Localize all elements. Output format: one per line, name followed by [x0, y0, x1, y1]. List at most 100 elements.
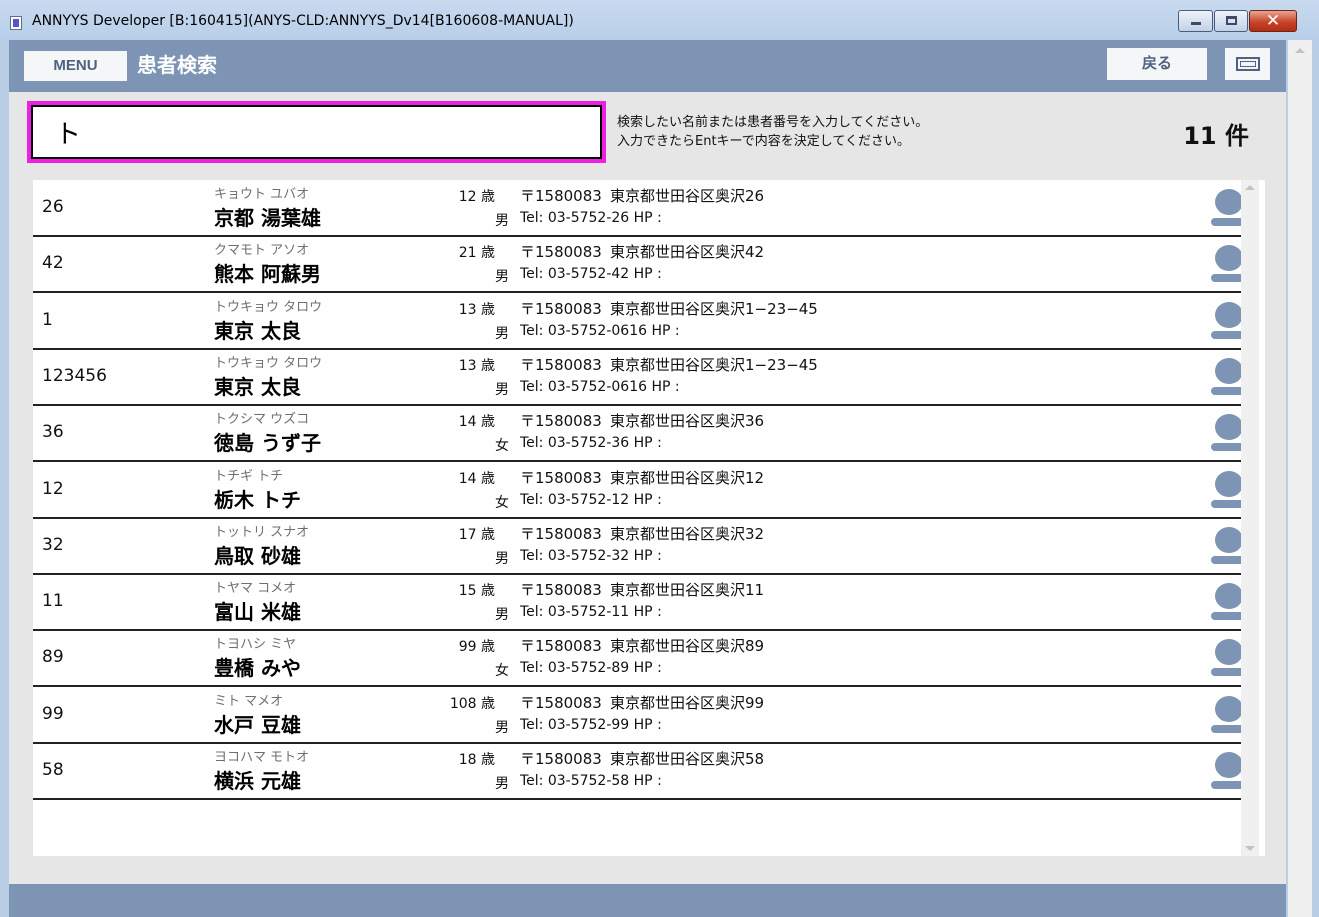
patient-name: 熊本 阿蘇男 — [214, 262, 321, 287]
header-bar: MENU 患者検索 戻る — [9, 40, 1286, 92]
patient-age: 99 歳 — [458, 639, 495, 656]
window-scroll-up-icon[interactable] — [1295, 48, 1305, 53]
patient-address: 東京都世田谷区奥沢1−23−45 — [610, 355, 818, 374]
patient-list: 26 キョウト ユバオ 京都 湯葉雄 12 歳男〒1580083 東京都世田谷区奥沢26… — [33, 180, 1265, 856]
patient-sex: 男 — [495, 776, 509, 792]
list-scrollbar[interactable] — [1241, 180, 1259, 856]
patient-address: 東京都世田谷区奥沢26 — [610, 187, 765, 205]
patient-row[interactable]: 11 トヤマ コメオ 富山 米雄 15 歳男〒1580083 東京都世田谷区奥沢11 Te… — [33, 574, 1258, 632]
window-scrollbar[interactable] — [1288, 40, 1312, 917]
patient-id: 11 — [42, 591, 64, 612]
maximize-button[interactable] — [1214, 10, 1248, 32]
patient-tel: Tel: 03-5752-11 HP : — [520, 604, 662, 621]
patient-zip: 〒1580083 — [520, 750, 602, 768]
patient-zip: 〒1580083 — [520, 468, 602, 487]
scroll-down-arrow-icon[interactable] — [1245, 846, 1255, 851]
patient-id: 123456 — [42, 365, 107, 386]
patient-tel: Tel: 03-5752-42 HP : — [520, 266, 662, 283]
patient-sex: 男 — [495, 381, 509, 398]
patient-row[interactable]: 58 ヨコハマ モトオ横浜 元雄 18 歳男〒1580083 東京都世田谷区奥沢58 T… — [33, 743, 1258, 800]
minimize-button[interactable] — [1178, 10, 1213, 32]
patient-tel: Tel: 03-5752-26 HP : — [520, 210, 662, 226]
avatar-head — [1215, 357, 1243, 384]
patient-age: 17 歳 — [458, 526, 495, 543]
patient-name: 東京 太良 — [214, 318, 301, 343]
patient-sex: 男 — [495, 550, 509, 567]
patient-zip: 〒1580083 — [520, 187, 602, 205]
patient-id: 42 — [42, 253, 64, 274]
patient-kana: トクシマ ウズコ — [214, 412, 310, 428]
patient-row[interactable]: 99 ミト マメオ 水戸 豆雄 108 歳男〒1580083 東京都世田谷区奥沢99 Te… — [33, 687, 1258, 744]
avatar-head — [1215, 470, 1243, 497]
patient-address: 東京都世田谷区奥沢89 — [610, 637, 765, 656]
patient-name: 栃木 トチ — [214, 487, 301, 512]
patient-name: 東京 太良 — [214, 374, 301, 399]
patient-kana: トットリ スナオ — [214, 524, 310, 540]
patient-address: 東京都世田谷区奥沢11 — [610, 581, 765, 600]
patient-age: 13 歳 — [458, 357, 495, 374]
avatar-head — [1215, 414, 1243, 441]
patient-name: 横浜 元雄 — [214, 769, 301, 793]
patient-age: 21 歳 — [458, 245, 495, 262]
app-icon — [10, 16, 22, 30]
patient-kana: クマモト アソオ — [214, 243, 310, 259]
patient-age: 108 歳 — [449, 695, 495, 712]
close-icon: ✕ — [1265, 11, 1281, 31]
search-hint-line-2: 入力できたらEntキーで内容を決定してください。 — [617, 134, 910, 149]
patient-tel: Tel: 03-5752-58 HP : — [520, 773, 662, 789]
patient-kana: トウキョウ タロウ — [214, 299, 323, 315]
patient-kana: ミト マメオ — [214, 693, 284, 709]
patient-age: 14 歳 — [458, 414, 495, 431]
patient-address: 東京都世田谷区奥沢58 — [610, 750, 765, 768]
result-count: 11 件 — [1183, 122, 1249, 150]
patient-tel: Tel: 03-5752-32 HP : — [520, 547, 662, 564]
patient-sex: 男 — [495, 269, 509, 286]
patient-id: 58 — [42, 760, 64, 780]
app-client-area: MENU 患者検索 戻る 検索したい名前または患者番号を入力してください。 入力… — [9, 40, 1286, 917]
patient-id: 99 — [42, 703, 64, 724]
patient-id: 32 — [42, 534, 64, 555]
patient-row[interactable]: 32 トットリ スナオ 鳥取 砂雄 17 歳男〒1580083 東京都世田谷区奥沢32 T… — [33, 518, 1258, 575]
page-title: 患者検索 — [137, 53, 217, 77]
scroll-up-arrow-icon[interactable] — [1245, 185, 1255, 190]
screen-toggle-button[interactable] — [1225, 48, 1270, 80]
patient-kana: トチギ トチ — [214, 468, 284, 484]
patient-kana: ヨコハマ モトオ — [214, 750, 310, 765]
menu-button[interactable]: MENU — [24, 51, 127, 81]
search-input[interactable] — [31, 105, 602, 159]
patient-zip: 〒1580083 — [520, 524, 602, 543]
patient-address: 東京都世田谷区奥沢36 — [610, 412, 765, 431]
patient-name: 徳島 うず子 — [214, 431, 321, 456]
patient-tel: Tel: 03-5752-12 HP : — [520, 491, 662, 508]
patient-sex: 女 — [495, 438, 509, 455]
patient-row[interactable]: 89 トヨハシ ミヤ 豊橋 みや 99 歳女〒1580083 東京都世田谷区奥沢89 Te… — [33, 630, 1258, 688]
patient-sex: 男 — [495, 607, 509, 624]
patient-id: 89 — [42, 647, 64, 668]
back-button[interactable]: 戻る — [1107, 48, 1207, 80]
patient-zip: 〒1580083 — [520, 299, 602, 318]
search-hint-line-1: 検索したい名前または患者番号を入力してください。 — [617, 115, 929, 130]
patient-row[interactable]: 26 キョウト ユバオ 京都 湯葉雄 12 歳男〒1580083 東京都世田谷区奥沢26… — [33, 180, 1258, 237]
patient-tel: Tel: 03-5752-89 HP : — [520, 660, 662, 677]
avatar-head — [1215, 752, 1243, 778]
window-title: ANNYYS Developer [B:160415](ANYS-CLD:ANN… — [32, 13, 574, 29]
maximize-icon — [1226, 16, 1237, 25]
patient-zip: 〒1580083 — [520, 355, 602, 374]
patient-tel: Tel: 03-5752-36 HP : — [520, 435, 662, 452]
patient-address: 東京都世田谷区奥沢12 — [610, 468, 765, 487]
patient-zip: 〒1580083 — [520, 637, 602, 656]
patient-row[interactable]: 36 トクシマ ウズコ徳島 うず子 14 歳女〒1580083 東京都世田谷区奥沢36… — [33, 405, 1258, 463]
patient-age: 18 歳 — [458, 752, 495, 768]
close-button[interactable]: ✕ — [1249, 10, 1297, 32]
patient-zip: 〒1580083 — [520, 693, 602, 712]
patient-id: 36 — [42, 422, 64, 443]
patient-id: 12 — [42, 478, 64, 499]
patient-row[interactable]: 123456 トウキョウ タロウ東京 太良 13 歳男〒1580083 東京都世田谷区… — [33, 349, 1258, 406]
patient-zip: 〒1580083 — [520, 412, 602, 431]
patient-row[interactable]: 12 トチギ トチ 栃木 トチ 14 歳女〒1580083 東京都世田谷区奥沢12 Tel… — [33, 462, 1258, 519]
patient-row[interactable]: 42 クマモト アソオ 熊本 阿蘇男 21 歳男〒1580083 東京都世田谷区奥沢42… — [33, 236, 1258, 294]
patient-row[interactable]: 1 トウキョウ タロウ 東京 太良 13 歳男〒1580083 東京都世田谷区奥沢1−2… — [33, 293, 1258, 350]
patient-kana: トヤマ コメオ — [214, 581, 297, 597]
patient-age: 14 歳 — [458, 470, 495, 487]
patient-kana: トウキョウ タロウ — [214, 355, 323, 371]
